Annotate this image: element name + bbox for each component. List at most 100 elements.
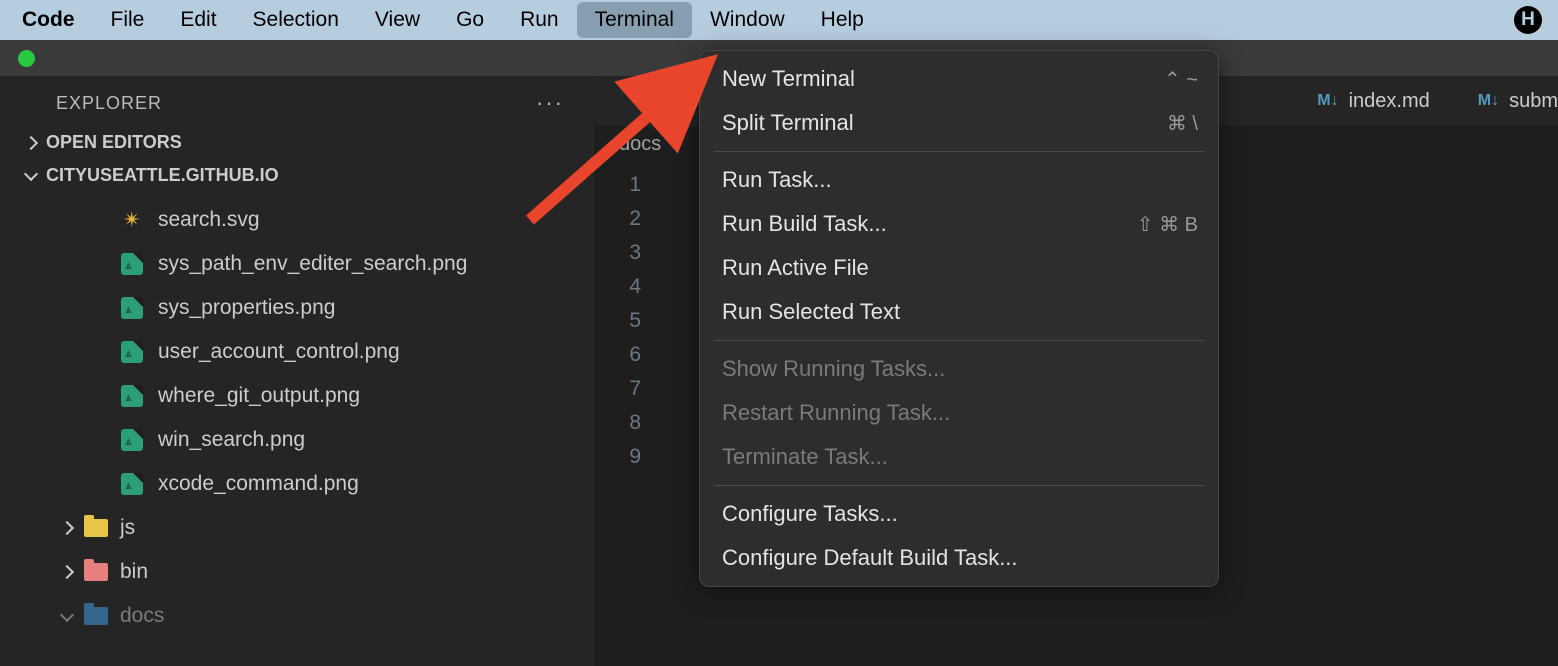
file-item[interactable]: sys_path_env_editer_search.png	[0, 242, 594, 286]
menu-view[interactable]: View	[357, 2, 438, 38]
menu-run-active-file[interactable]: Run Active File	[700, 246, 1218, 290]
menu-shortcut: ⌃ ~	[1164, 67, 1198, 92]
menu-show-running-tasks: Show Running Tasks...	[700, 347, 1218, 391]
menu-go[interactable]: Go	[438, 2, 502, 38]
file-item[interactable]: ✴ search.svg	[0, 198, 594, 242]
file-name: where_git_output.png	[158, 384, 360, 408]
menu-item-label: Run Build Task...	[722, 211, 887, 237]
editor-tab[interactable]: M↓ subm	[1454, 76, 1558, 126]
file-name: win_search.png	[158, 428, 305, 452]
menu-item-label: Terminate Task...	[722, 444, 888, 470]
menu-window[interactable]: Window	[692, 2, 803, 38]
menu-shortcut: ⇧ ⌘ B	[1137, 212, 1198, 237]
open-editors-section[interactable]: OPEN EDITORS	[0, 126, 594, 159]
file-name: xcode_command.png	[158, 472, 359, 496]
menu-split-terminal[interactable]: Split Terminal ⌘ \	[700, 101, 1218, 145]
line-number: 4	[595, 270, 641, 304]
repo-section[interactable]: CITYUSEATTLE.GITHUB.IO	[0, 159, 594, 192]
menu-item-label: Run Task...	[722, 167, 832, 193]
tab-label: subm	[1509, 90, 1558, 113]
chevron-down-icon	[24, 167, 38, 181]
repo-label: CITYUSEATTLE.GITHUB.IO	[46, 165, 279, 186]
traffic-light-icon[interactable]	[18, 50, 35, 67]
menubar: Code File Edit Selection View Go Run Ter…	[0, 0, 1558, 40]
explorer-sidebar: EXPLORER ··· OPEN EDITORS CITYUSEATTLE.G…	[0, 76, 595, 666]
folder-item[interactable]: bin	[0, 550, 594, 594]
menu-run-task[interactable]: Run Task...	[700, 158, 1218, 202]
menu-terminate-task: Terminate Task...	[700, 435, 1218, 479]
menu-shortcut: ⌘ \	[1167, 111, 1198, 136]
menu-item-label: Split Terminal	[722, 110, 854, 136]
file-item[interactable]: user_account_control.png	[0, 330, 594, 374]
line-number: 7	[595, 372, 641, 406]
line-number: 8	[595, 406, 641, 440]
line-gutter: 1 2 3 4 5 6 7 8 9	[595, 162, 655, 666]
chevron-down-icon	[60, 607, 74, 621]
menu-item-label: Show Running Tasks...	[722, 356, 945, 382]
image-file-icon	[120, 296, 144, 320]
image-file-icon	[120, 428, 144, 452]
editor-tab[interactable]: M↓ vs	[611, 76, 710, 126]
folder-name: bin	[120, 560, 148, 584]
folder-name: js	[120, 516, 135, 540]
menu-configure-default-build-task[interactable]: Configure Default Build Task...	[700, 536, 1218, 580]
image-file-icon	[120, 340, 144, 364]
folder-icon	[84, 519, 108, 537]
folder-icon	[84, 607, 108, 625]
more-actions-icon[interactable]: ···	[536, 90, 574, 116]
file-item[interactable]: xcode_command.png	[0, 462, 594, 506]
menu-help[interactable]: Help	[803, 2, 882, 38]
markdown-file-icon: M↓	[1317, 92, 1338, 110]
file-item[interactable]: where_git_output.png	[0, 374, 594, 418]
image-file-icon	[120, 472, 144, 496]
image-file-icon	[120, 252, 144, 276]
line-number: 5	[595, 304, 641, 338]
tab-label: index.md	[1349, 90, 1430, 113]
file-item[interactable]: sys_properties.png	[0, 286, 594, 330]
breadcrumb-segment: docs	[619, 133, 661, 156]
file-item[interactable]: win_search.png	[0, 418, 594, 462]
menu-restart-running-task: Restart Running Task...	[700, 391, 1218, 435]
menu-run-build-task[interactable]: Run Build Task... ⇧ ⌘ B	[700, 202, 1218, 246]
folder-item[interactable]: js	[0, 506, 594, 550]
chevron-right-icon	[60, 521, 74, 535]
open-editors-label: OPEN EDITORS	[46, 132, 182, 153]
line-number: 3	[595, 236, 641, 270]
folder-item[interactable]: docs	[0, 594, 594, 638]
file-name: user_account_control.png	[158, 340, 400, 364]
menu-selection[interactable]: Selection	[235, 2, 357, 38]
file-name: sys_properties.png	[158, 296, 335, 320]
menu-run[interactable]: Run	[502, 2, 577, 38]
chevron-right-icon	[24, 135, 38, 149]
terminal-dropdown: New Terminal ⌃ ~ Split Terminal ⌘ \ Run …	[699, 50, 1219, 587]
menu-separator	[714, 340, 1204, 341]
folder-icon	[84, 563, 108, 581]
line-number: 9	[595, 440, 641, 474]
menu-item-label: Run Selected Text	[722, 299, 900, 325]
menu-configure-tasks[interactable]: Configure Tasks...	[700, 492, 1218, 536]
markdown-file-icon: M↓	[1478, 92, 1499, 110]
menu-item-label: New Terminal	[722, 66, 855, 92]
menu-item-label: Configure Default Build Task...	[722, 545, 1018, 571]
menubar-app[interactable]: Code	[10, 2, 93, 38]
line-number: 2	[595, 202, 641, 236]
menu-separator	[714, 485, 1204, 486]
menu-run-selected-text[interactable]: Run Selected Text	[700, 290, 1218, 334]
image-file-icon	[120, 384, 144, 408]
tab-label: vs	[666, 90, 686, 113]
file-tree: ✴ search.svg sys_path_env_editer_search.…	[0, 198, 594, 638]
help-badge-icon[interactable]: H	[1514, 6, 1542, 34]
menu-separator	[714, 151, 1204, 152]
line-number: 1	[595, 168, 641, 202]
menu-new-terminal[interactable]: New Terminal ⌃ ~	[700, 57, 1218, 101]
menu-item-label: Run Active File	[722, 255, 869, 281]
markdown-file-icon: M↓	[635, 92, 656, 110]
chevron-right-icon	[60, 565, 74, 579]
menu-item-label: Restart Running Task...	[722, 400, 950, 426]
menu-edit[interactable]: Edit	[162, 2, 234, 38]
explorer-header: EXPLORER ···	[0, 76, 594, 126]
menu-file[interactable]: File	[93, 2, 163, 38]
line-number: 6	[595, 338, 641, 372]
menu-terminal[interactable]: Terminal	[577, 2, 692, 38]
editor-tab[interactable]: M↓ index.md	[1293, 76, 1453, 126]
